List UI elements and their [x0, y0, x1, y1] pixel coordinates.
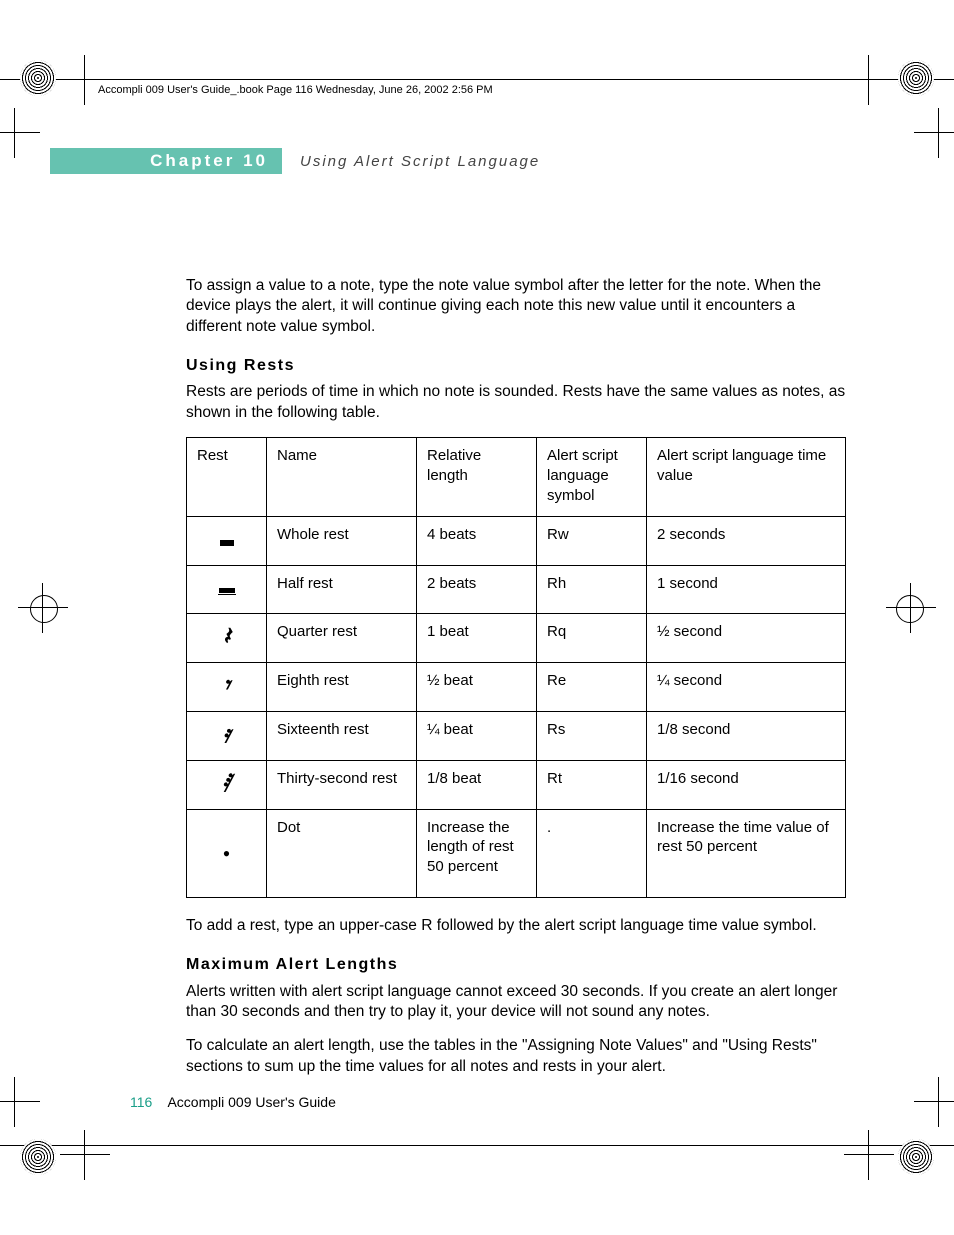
table-row: 𝄿 Sixteenth rest¼ beatRs1/8 second — [187, 711, 846, 760]
crop-rule-top — [0, 79, 954, 80]
cell-time: 1/8 second — [647, 711, 846, 760]
cell-name: Eighth rest — [267, 663, 417, 712]
thirtysecond-rest-icon: 𝅀 — [222, 771, 231, 797]
sixteenth-rest-icon: 𝄿 — [223, 722, 230, 748]
cell-length: ½ beat — [417, 663, 537, 712]
cell-name: Sixteenth rest — [267, 711, 417, 760]
crop-cross-icon — [0, 108, 40, 158]
cell-length: 1/8 beat — [417, 760, 537, 809]
crop-cross-icon — [886, 583, 936, 633]
table-row: 𝄽 Quarter rest1 beatRq½ second — [187, 614, 846, 663]
page-number: 116 — [130, 1094, 152, 1110]
crop-cross-icon — [60, 1130, 110, 1180]
th-rest: Rest — [187, 438, 267, 516]
quarter-rest-icon: 𝄽 — [223, 624, 230, 650]
crop-rule-bottom — [0, 1145, 954, 1146]
crop-cross-icon — [0, 1077, 40, 1127]
table-row: Whole rest4 beatsRw2 seconds — [187, 516, 846, 565]
crop-cross-icon — [914, 108, 954, 158]
registration-spiral-icon — [898, 60, 934, 96]
cell-time: 2 seconds — [647, 516, 846, 565]
crop-cross-icon — [844, 1130, 894, 1180]
footer-book-title: Accompli 009 User's Guide — [167, 1094, 335, 1110]
cell-length: 2 beats — [417, 565, 537, 614]
using-rests-after: To add a rest, type an upper-case R foll… — [186, 916, 846, 936]
table-row: Half rest2 beatsRh1 second — [187, 565, 846, 614]
whole-rest-icon — [220, 540, 234, 546]
table-row: • DotIncrease the length of rest 50 perce… — [187, 809, 846, 897]
cell-symbol: Re — [537, 663, 647, 712]
cell-symbol: . — [537, 809, 647, 897]
cell-length: 4 beats — [417, 516, 537, 565]
crop-cross-icon — [844, 55, 894, 105]
table-row: 𝅀 Thirty-second rest1/8 beatRt1/16 second — [187, 760, 846, 809]
cell-rest-glyph: • — [187, 809, 267, 897]
cell-name: Dot — [267, 809, 417, 897]
max-alert-p1: Alerts written with alert script languag… — [186, 982, 846, 1023]
cell-name: Half rest — [267, 565, 417, 614]
cell-rest-glyph: 𝄾 — [187, 663, 267, 712]
cell-time: ½ second — [647, 614, 846, 663]
cell-name: Quarter rest — [267, 614, 417, 663]
half-rest-icon — [219, 588, 235, 593]
cell-symbol: Rt — [537, 760, 647, 809]
heading-using-rests: Using Rests — [186, 355, 846, 376]
rests-table: Rest Name Relative length Alert script l… — [186, 437, 846, 898]
cell-rest-glyph: 𝅀 — [187, 760, 267, 809]
cell-name: Whole rest — [267, 516, 417, 565]
heading-max-alert: Maximum Alert Lengths — [186, 954, 846, 975]
cell-name: Thirty-second rest — [267, 760, 417, 809]
cell-symbol: Rs — [537, 711, 647, 760]
using-rests-p1: Rests are periods of time in which no no… — [186, 382, 846, 423]
crop-cross-icon — [914, 1077, 954, 1127]
page-footer: 116 Accompli 009 User's Guide — [130, 1094, 336, 1110]
cell-symbol: Rq — [537, 614, 647, 663]
table-row: 𝄾 Eighth rest½ beatRe¼ second — [187, 663, 846, 712]
cell-time: 1 second — [647, 565, 846, 614]
registration-target-icon — [896, 595, 924, 623]
eighth-rest-icon: 𝄾 — [223, 673, 229, 699]
dot-icon: • — [223, 841, 231, 866]
th-len: Relative length — [417, 438, 537, 516]
registration-spiral-icon — [20, 60, 56, 96]
cell-time: Increase the time value of rest 50 per­c… — [647, 809, 846, 897]
cell-rest-glyph: 𝄽 — [187, 614, 267, 663]
chapter-label: Chapter 10 — [150, 151, 268, 171]
cell-length: Increase the length of rest 50 percent — [417, 809, 537, 897]
chapter-title: Using Alert Script Language — [300, 153, 540, 170]
page-body: To assign a value to a note, type the no… — [186, 276, 846, 1091]
cell-rest-glyph — [187, 516, 267, 565]
registration-target-icon — [30, 595, 58, 623]
th-time: Alert script language time value — [647, 438, 846, 516]
table-header-row: Rest Name Relative length Alert script l… — [187, 438, 846, 516]
cell-rest-glyph: 𝄿 — [187, 711, 267, 760]
cell-symbol: Rh — [537, 565, 647, 614]
crop-cross-icon — [60, 55, 110, 105]
th-name: Name — [267, 438, 417, 516]
print-header: Accompli 009 User's Guide_.book Page 116… — [98, 84, 493, 96]
intro-paragraph: To assign a value to a note, type the no… — [186, 276, 846, 337]
cell-symbol: Rw — [537, 516, 647, 565]
chapter-header: Chapter 10 Using Alert Script Language — [50, 148, 540, 174]
cell-time: ¼ second — [647, 663, 846, 712]
cell-length: ¼ beat — [417, 711, 537, 760]
max-alert-p2: To calculate an alert length, use the ta… — [186, 1036, 846, 1077]
cell-time: 1/16 second — [647, 760, 846, 809]
cell-rest-glyph — [187, 565, 267, 614]
cell-length: 1 beat — [417, 614, 537, 663]
th-sym: Alert script language symbol — [537, 438, 647, 516]
crop-cross-icon — [18, 583, 68, 633]
